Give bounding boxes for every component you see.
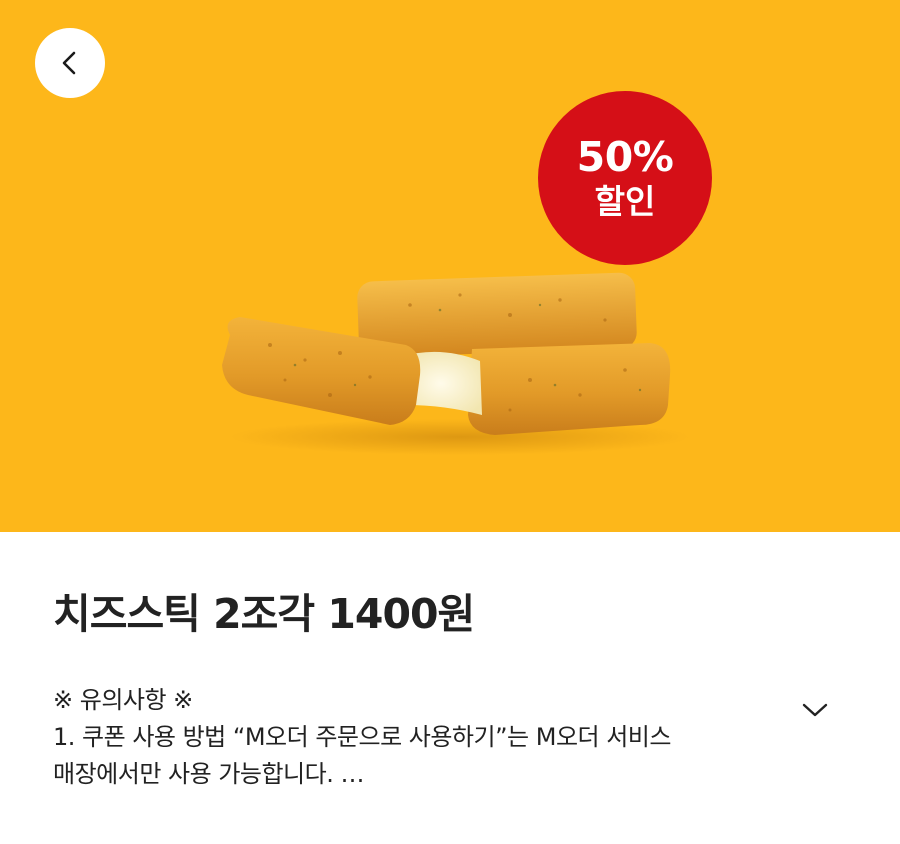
notice-header: ※ 유의사항 ※ bbox=[53, 686, 193, 714]
discount-badge: 50% 할인 bbox=[538, 91, 712, 265]
chevron-down-icon bbox=[801, 701, 829, 719]
cheese-sticks-image bbox=[222, 272, 690, 455]
notice-text: ※ 유의사항 ※ 1. 쿠폰 사용 방법 “M오더 주문으로 사용하기”는 M오… bbox=[53, 682, 773, 793]
discount-percent: 50% bbox=[576, 133, 674, 181]
coupon-detail: 치즈스틱 2조각 1400원 ※ 유의사항 ※ 1. 쿠폰 사용 방법 “M오더… bbox=[0, 532, 900, 844]
coupon-title: 치즈스틱 2조각 1400원 bbox=[53, 590, 475, 638]
discount-label: 할인 bbox=[594, 182, 656, 221]
notice-line-2: 매장에서만 사용 가능합니다. … bbox=[53, 760, 364, 788]
notice-line-1: 1. 쿠폰 사용 방법 “M오더 주문으로 사용하기”는 M오더 서비스 bbox=[53, 723, 671, 751]
chevron-left-icon bbox=[55, 48, 85, 78]
back-button[interactable] bbox=[35, 28, 105, 98]
expand-notice-button[interactable] bbox=[795, 694, 835, 726]
coupon-hero: 50% 할인 bbox=[0, 0, 900, 532]
